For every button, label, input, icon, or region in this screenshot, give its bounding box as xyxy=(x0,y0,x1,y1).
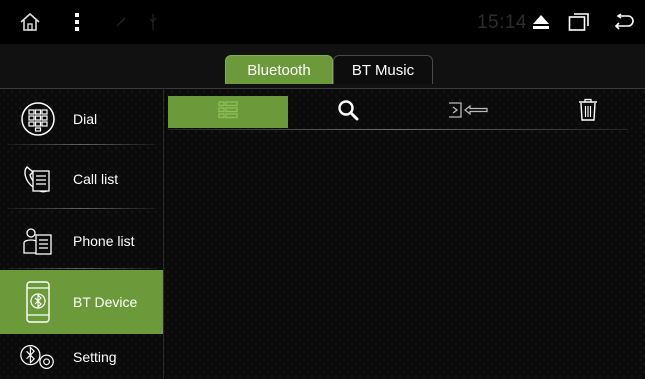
dialpad-icon xyxy=(18,99,58,139)
sidebar-item-call-list[interactable]: Call list xyxy=(0,148,163,210)
sidebar-item-label: Setting xyxy=(73,348,117,365)
connect-device-icon xyxy=(447,101,489,124)
sidebar-item-label: BT Device xyxy=(73,294,138,310)
call-list-icon xyxy=(18,159,58,199)
tab-bt-music[interactable]: BT Music xyxy=(333,55,433,84)
toolbar-divider xyxy=(168,129,628,130)
signal-icon xyxy=(114,0,128,44)
list-icon xyxy=(218,100,238,124)
eject-icon[interactable] xyxy=(530,0,552,44)
home-icon[interactable] xyxy=(14,0,46,44)
divider xyxy=(163,88,164,379)
divider xyxy=(8,144,156,145)
sidebar-item-setting[interactable]: Setting xyxy=(0,334,163,379)
divider xyxy=(8,208,156,209)
connect-device-button[interactable] xyxy=(438,96,498,128)
sidebar-item-label: Phone list xyxy=(73,233,135,249)
sidebar-item-phone-list[interactable]: Phone list xyxy=(0,210,163,272)
search-icon xyxy=(337,99,359,126)
tab-bluetooth[interactable]: Bluetooth xyxy=(225,55,333,84)
divider xyxy=(8,268,156,269)
sidebar-item-label: Dial xyxy=(73,111,98,127)
sidebar-item-label: Call list xyxy=(73,171,119,187)
sidebar: Dial Call list Phone list BT Device Sett… xyxy=(0,88,163,379)
usb-icon xyxy=(146,0,160,44)
bt-setting-icon xyxy=(18,337,58,377)
tab-label: Bluetooth xyxy=(247,61,311,79)
bt-device-icon xyxy=(18,281,58,323)
sidebar-item-bt-device[interactable]: BT Device xyxy=(0,270,163,334)
tab-bar: Bluetooth BT Music xyxy=(0,44,645,89)
search-button[interactable] xyxy=(323,96,373,128)
phone-list-icon xyxy=(18,221,58,261)
list-button[interactable] xyxy=(168,96,288,128)
delete-icon xyxy=(578,98,598,127)
tab-label: BT Music xyxy=(351,61,415,79)
clock: 15:14 xyxy=(476,12,527,33)
delete-button[interactable] xyxy=(563,96,613,128)
recent-apps-icon[interactable] xyxy=(566,0,592,44)
sidebar-item-dial[interactable]: Dial xyxy=(0,88,163,150)
menu-dots-icon[interactable] xyxy=(68,0,86,44)
back-icon[interactable] xyxy=(612,0,636,44)
status-bar: 15:14 xyxy=(0,0,645,44)
toolbar xyxy=(168,96,638,130)
